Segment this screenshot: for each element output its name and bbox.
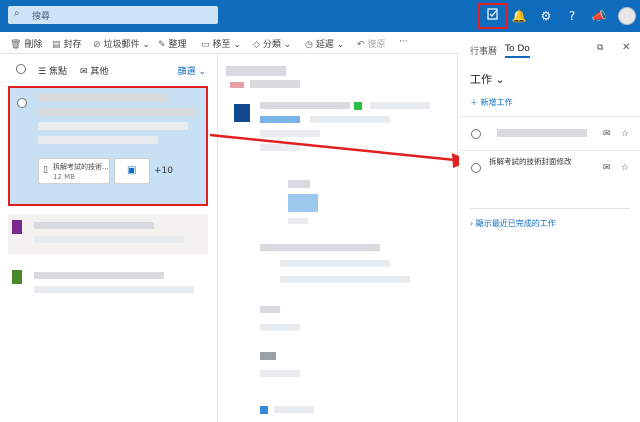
mail-icon[interactable]: ✉ [603,129,611,139]
mail-icon[interactable]: ✉ [603,163,611,173]
task-item[interactable]: 拆解考試的技術封面修改 ✉ ☆ [459,150,640,184]
star-icon[interactable]: ☆ [621,129,629,139]
task-list-title[interactable]: 工作 ⌄ [470,71,505,87]
tab-todo[interactable]: To Do [505,44,530,58]
task-item[interactable]: ✉ ☆ [459,116,640,150]
todo-pane: 行事曆 To Do ⧉ ✕ 工作 ⌄ ＋ 新增工作 ✉ ☆ 拆解考試的技術封面修… [459,32,640,422]
task-text: 拆解考試的技術封面修改 [489,157,572,166]
divider [470,208,630,209]
chevron-right-icon: › [470,219,474,228]
redacted-task-text [497,129,587,137]
plus-icon: ＋ [470,98,478,107]
task-complete-radio[interactable] [471,129,481,139]
tab-calendar[interactable]: 行事曆 [470,44,497,57]
star-icon[interactable]: ☆ [621,163,629,173]
add-task-button[interactable]: ＋ 新增工作 [470,97,513,108]
close-icon[interactable]: ✕ [622,42,630,53]
popout-icon[interactable]: ⧉ [597,43,603,53]
show-completed-button[interactable]: › 顯示最近已完成的工作 [470,218,556,229]
task-complete-radio[interactable] [471,163,481,173]
